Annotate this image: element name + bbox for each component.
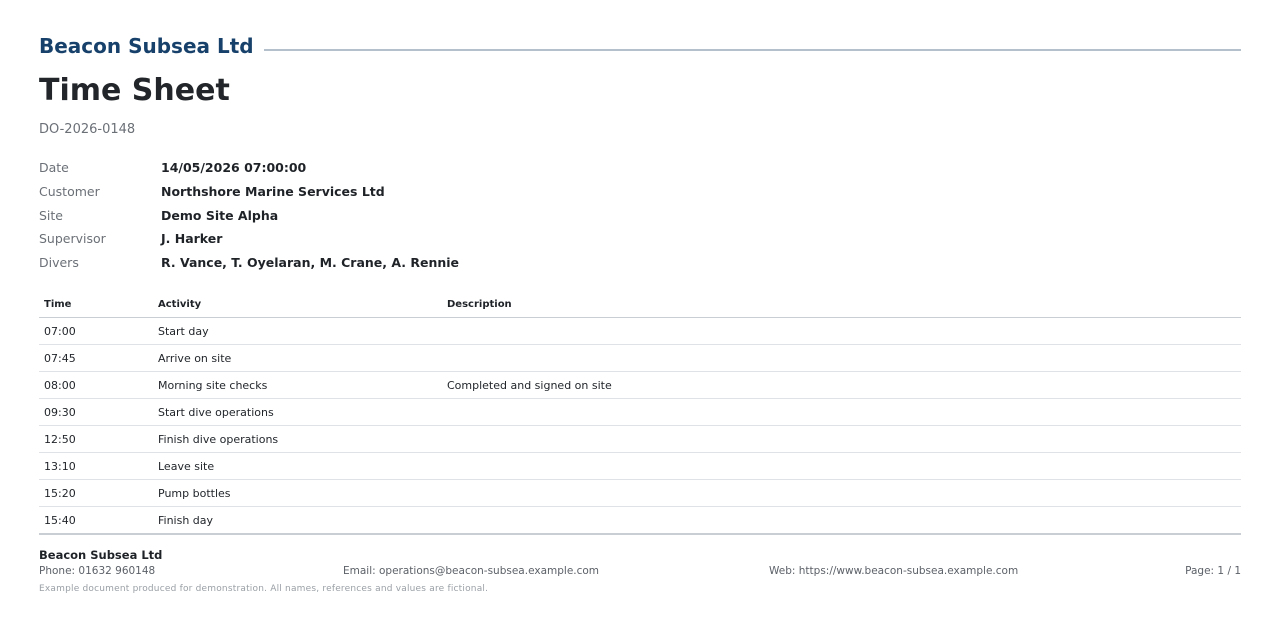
detail-value: R. Vance, T. Oyelaran, M. Crane, A. Renn… [161, 255, 460, 271]
footer-phone: Phone: 01632 960148 [39, 565, 156, 577]
cell-activity: Morning site checks [158, 378, 268, 392]
detail-label: Site [39, 207, 63, 223]
cell-time: 08:00 [44, 378, 76, 392]
header-divider [263, 49, 1241, 51]
column-header-description: Description [447, 299, 512, 310]
footer-contacts: Phone: 01632 960148 Email: operations@be… [39, 564, 1241, 579]
header: Beacon Subsea Ltd [39, 33, 1241, 59]
detail-value: J. Harker [161, 231, 223, 247]
detail-value: 14/05/2026 07:00:00 [161, 160, 307, 176]
details-list: Date 14/05/2026 07:00:00 Customer Norths… [39, 156, 739, 274]
footer-page-number: Page: 1 / 1 [1185, 565, 1241, 577]
table-row: 08:00 Morning site checks Completed and … [39, 372, 1241, 399]
cell-time: 15:40 [44, 513, 76, 527]
footer-company-name: Beacon Subsea Ltd [39, 548, 163, 562]
detail-value: Northshore Marine Services Ltd [161, 184, 385, 200]
cell-activity: Start dive operations [158, 405, 274, 419]
detail-row-site: Site Demo Site Alpha [39, 203, 739, 227]
table-header: Time Activity Description [39, 292, 1241, 318]
table-row: 13:10 Leave site [39, 453, 1241, 480]
company-name: Beacon Subsea Ltd [39, 34, 254, 58]
table-row: 07:45 Arrive on site [39, 345, 1241, 372]
table-row: 09:30 Start dive operations [39, 399, 1241, 426]
cell-activity: Start day [158, 324, 209, 338]
detail-label: Customer [39, 184, 100, 200]
detail-row-customer: Customer Northshore Marine Services Ltd [39, 180, 739, 204]
cell-time: 07:45 [44, 351, 76, 365]
cell-activity: Finish dive operations [158, 432, 279, 446]
cell-activity: Pump bottles [158, 486, 231, 500]
cell-time: 09:30 [44, 405, 76, 419]
cell-activity: Leave site [158, 459, 215, 473]
detail-value: Demo Site Alpha [161, 207, 279, 223]
footer-disclaimer: Example document produced for demonstrat… [39, 584, 489, 594]
cell-description: Completed and signed on site [447, 378, 612, 392]
footer-web[interactable]: Web: https://www.beacon-subsea.example.c… [769, 564, 1018, 579]
time-sheet-page: Beacon Subsea Ltd Time Sheet DO-2026-014… [0, 0, 1280, 632]
detail-row-supervisor: Supervisor J. Harker [39, 227, 739, 251]
cell-time: 13:10 [44, 459, 76, 473]
document-reference: DO-2026-0148 [39, 122, 136, 137]
detail-row-divers: Divers R. Vance, T. Oyelaran, M. Crane, … [39, 251, 739, 275]
footer: Beacon Subsea Ltd Phone: 01632 960148 Em… [39, 548, 1241, 594]
cell-activity: Finish day [158, 513, 214, 527]
detail-label: Date [39, 160, 69, 176]
activity-table: Time Activity Description 07:00 Start da… [39, 292, 1241, 535]
detail-label: Divers [39, 255, 79, 271]
table-row: 07:00 Start day [39, 318, 1241, 345]
table-row: 15:20 Pump bottles [39, 480, 1241, 507]
column-header-activity: Activity [158, 299, 202, 310]
table-row: 15:40 Finish day [39, 507, 1241, 535]
document-title: Time Sheet [39, 73, 230, 108]
cell-time: 07:00 [44, 324, 76, 338]
cell-activity: Arrive on site [158, 351, 232, 365]
detail-row-date: Date 14/05/2026 07:00:00 [39, 156, 739, 180]
cell-time: 15:20 [44, 486, 76, 500]
footer-email[interactable]: Email: operations@beacon-subsea.example.… [343, 564, 599, 579]
table-row: 12:50 Finish dive operations [39, 426, 1241, 453]
column-header-time: Time [44, 299, 72, 310]
detail-label: Supervisor [39, 231, 106, 247]
cell-time: 12:50 [44, 432, 76, 446]
